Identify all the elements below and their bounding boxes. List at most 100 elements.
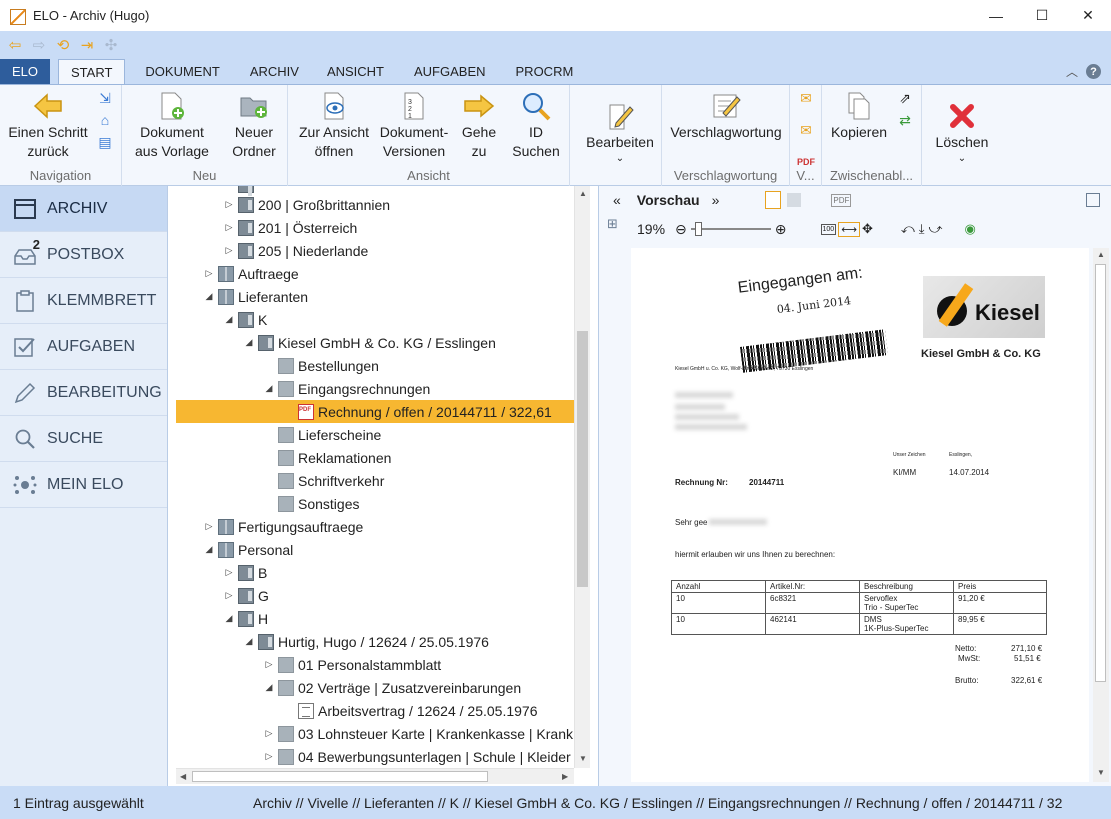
forward-arrow-icon[interactable]: ⇨ <box>30 36 48 54</box>
tab-aufgaben[interactable]: AUFGABEN <box>402 59 498 84</box>
collapse-icon[interactable]: ◢ <box>204 291 214 302</box>
expand-icon[interactable]: ▷ <box>204 521 214 532</box>
tree-scroll-thumb[interactable] <box>577 331 588 587</box>
goto-icon[interactable]: ⇥ <box>78 36 96 54</box>
zoom-out-icon[interactable]: ⊖ <box>675 221 687 238</box>
actual-size-icon[interactable]: 100 <box>820 223 837 235</box>
tree-item[interactable]: ▷ 04 Bewerbungsunterlagen | Schule | Klei… <box>264 745 571 768</box>
delete-button[interactable]: Löschen ⌄ <box>926 99 998 166</box>
tree-item[interactable]: ◢ K <box>224 308 267 331</box>
help-icon[interactable]: ? <box>1086 64 1101 79</box>
new-folder-button[interactable]: Neuer Ordner <box>226 89 282 161</box>
expand-icon[interactable]: ▷ <box>204 268 214 279</box>
tab-dokument[interactable]: DOKUMENT <box>133 59 231 84</box>
expand-icon[interactable]: ▷ <box>224 245 234 256</box>
tree-item[interactable]: ▷ 01 Personalstammblatt <box>264 653 441 676</box>
tree-item[interactable]: ◢ Personal <box>204 538 293 561</box>
sidebar-item-postbox[interactable]: 2 POSTBOX <box>0 232 167 278</box>
tab-archiv[interactable]: ARCHIV <box>238 59 311 84</box>
tree-item[interactable]: ◢ Lieferanten <box>204 285 308 308</box>
minimize-button[interactable]: — <box>973 0 1019 31</box>
id-search-button[interactable]: ID Suchen <box>510 89 562 161</box>
open-view-button[interactable]: Zur Ansicht öffnen <box>294 89 374 161</box>
tree-item[interactable]: ◢ Kiesel GmbH & Co. KG / Esslingen <box>244 331 496 354</box>
zoom-in-icon[interactable]: ⊕ <box>775 221 787 238</box>
document-versions-button[interactable]: 321 Dokument- Versionen <box>378 89 450 161</box>
expand-icon[interactable]: ▷ <box>224 199 234 210</box>
collapse-icon[interactable]: ◢ <box>264 383 274 394</box>
tree-item[interactable]: Reklamationen <box>264 446 391 469</box>
sidebar-item-klemmbrett[interactable]: KLEMMBRETT <box>0 278 167 324</box>
scroll-down-icon[interactable]: ▼ <box>1097 768 1105 777</box>
tree-item[interactable]: ▷ 205 | Niederlande <box>224 239 368 262</box>
expand-icon[interactable]: ▷ <box>224 567 234 578</box>
zoom-slider-thumb[interactable] <box>694 222 702 236</box>
tree-item[interactable]: ▷ 201 | Österreich <box>224 216 357 239</box>
collapse-icon[interactable]: ◢ <box>224 613 234 624</box>
rotate-right-icon[interactable]: ⤻ <box>929 221 943 237</box>
zoom-slider[interactable] <box>690 222 771 236</box>
tab-ansicht[interactable]: ANSICHT <box>315 59 396 84</box>
tree-item[interactable]: Sonstiges <box>264 492 359 515</box>
expand-icon[interactable]: ▷ <box>264 728 274 739</box>
scroll-left-icon[interactable]: ◀ <box>180 772 186 781</box>
scroll-up-icon[interactable]: ▲ <box>1097 250 1105 259</box>
tree-item[interactable]: ◢ Eingangsrechnungen <box>264 377 430 400</box>
scroll-down-icon[interactable]: ▼ <box>579 754 587 763</box>
split-view-icon[interactable] <box>1086 193 1100 207</box>
maximize-button[interactable]: ☐ <box>1019 0 1065 31</box>
sync-icon[interactable]: ✣ <box>102 36 120 54</box>
tree-item-selected[interactable]: Rechnung / offen / 20144711 / 322,61 <box>176 400 574 423</box>
expand-icon[interactable]: ▷ <box>224 222 234 233</box>
collapse-left-icon[interactable]: « <box>613 192 621 208</box>
sidebar-item-mein-elo[interactable]: MEIN ELO <box>0 462 167 508</box>
expand-icon[interactable]: ▷ <box>224 590 234 601</box>
open-external-icon[interactable]: ◉ <box>964 221 975 237</box>
mail-attachment-icon[interactable]: ✉ <box>797 121 815 139</box>
collapse-icon[interactable]: ◢ <box>224 314 234 325</box>
pdf-view-icon[interactable]: PDF <box>831 193 852 207</box>
thumbnail-view-icon[interactable] <box>787 193 802 207</box>
tree-item[interactable]: Bestellungen <box>264 354 379 377</box>
home-icon[interactable]: ⌂ <box>96 111 114 129</box>
expand-icon[interactable]: ▷ <box>264 751 274 762</box>
tree-item[interactable]: ◢ 02 Verträge | Zusatzvereinbarungen <box>264 676 521 699</box>
collapse-ribbon-icon[interactable]: ︿ <box>1066 63 1078 80</box>
back-arrow-icon[interactable]: ⇦ <box>6 36 24 54</box>
paste-link-icon[interactable]: ⇗ <box>896 89 914 107</box>
tree-item[interactable]: Arbeitsvertrag / 12624 / 25.05.1976 <box>284 699 537 722</box>
tree-item[interactable]: ▷ B <box>224 561 267 584</box>
tree-item[interactable]: ▷ Auftraege <box>204 262 299 285</box>
tree-item[interactable]: ◢ H <box>224 607 268 630</box>
fit-page-icon[interactable]: ✥ <box>862 221 873 237</box>
paste-reference-icon[interactable]: ⇄ <box>896 111 914 129</box>
list-icon[interactable]: ▤ <box>96 133 114 151</box>
scroll-right-icon[interactable]: ▶ <box>562 772 568 781</box>
document-from-template-button[interactable]: Dokument aus Vorlage <box>132 89 212 161</box>
tree-item[interactable]: ▷ G <box>224 584 269 607</box>
fit-width-icon[interactable]: ⟷ <box>838 221 860 237</box>
tree-item[interactable]: Lieferscheine <box>264 423 381 446</box>
close-button[interactable]: ✕ <box>1065 0 1111 31</box>
tree-item[interactable]: ▷ 03 Lohnsteuer Karte | Krankenkasse | Kr… <box>264 722 573 745</box>
tree-item[interactable]: ▷ 200 | Großbrittannien <box>224 193 390 216</box>
tree-item[interactable]: ◢ Hurtig, Hugo / 12624 / 25.05.1976 <box>244 630 489 653</box>
tab-elo[interactable]: ELO <box>0 59 50 84</box>
expand-right-icon[interactable]: » <box>712 192 720 208</box>
sidebar-item-aufgaben[interactable]: AUFGABEN <box>0 324 167 370</box>
sidebar-item-suche[interactable]: SUCHE <box>0 416 167 462</box>
preview-scroll-thumb[interactable] <box>1095 264 1106 682</box>
expand-icon[interactable]: ▷ <box>264 659 274 670</box>
scroll-up-icon[interactable]: ▲ <box>579 189 587 198</box>
tab-start[interactable]: START <box>58 59 126 84</box>
rotate-icon[interactable]: ⤓ <box>919 221 925 237</box>
edit-button[interactable]: Bearbeiten ⌄ <box>582 99 658 166</box>
refresh-icon[interactable]: ⟲ <box>54 36 72 54</box>
tree-hscroll-thumb[interactable] <box>192 771 488 782</box>
copy-button[interactable]: Kopieren <box>826 89 892 142</box>
page-view-icon[interactable] <box>765 191 782 209</box>
sidebar-item-archiv[interactable]: ARCHIV <box>0 186 167 232</box>
structure-icon[interactable]: ⊞ <box>607 216 618 232</box>
preview-scrollbar[interactable]: ▲ ▼ <box>1093 248 1109 782</box>
collapse-icon[interactable]: ◢ <box>204 544 214 555</box>
